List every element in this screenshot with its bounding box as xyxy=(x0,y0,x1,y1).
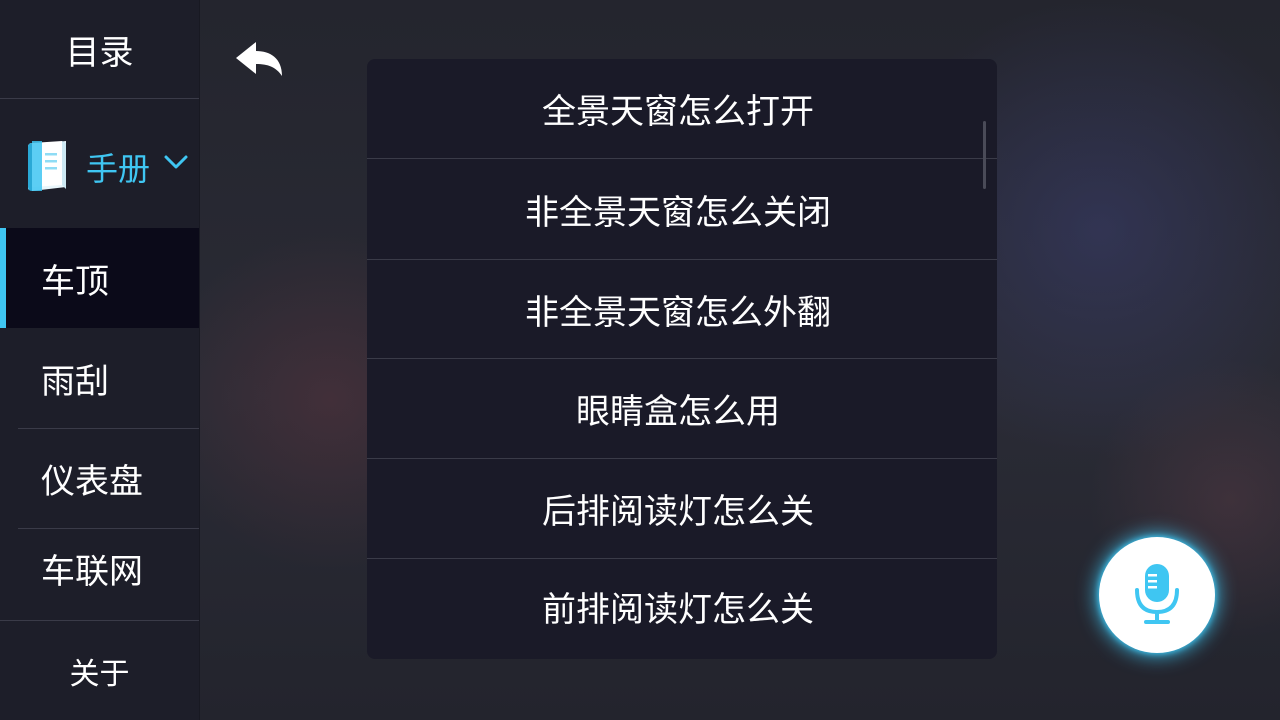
list-item[interactable]: 前排阅读灯怎么关 xyxy=(367,559,997,653)
voice-button[interactable] xyxy=(1099,537,1215,653)
manual-label: 手册 xyxy=(86,150,151,188)
question-text: 非全景天窗怎么外翻 xyxy=(525,292,831,333)
sidebar-item-label: 仪表盘 xyxy=(41,461,143,502)
sidebar: 目录 手册 车顶 雨刮 仪表盘 车联网 关于 xyxy=(0,0,200,720)
list-item[interactable]: 全景天窗怎么打开 xyxy=(367,59,997,158)
question-list: 全景天窗怎么打开 非全景天窗怎么关闭 非全景天窗怎么外翻 眼睛盒怎么用 后排阅读… xyxy=(367,59,997,659)
sidebar-title: 目录 xyxy=(0,0,199,99)
manual-selector[interactable]: 手册 xyxy=(0,100,199,228)
list-item[interactable]: 非全景天窗怎么关闭 xyxy=(367,159,997,259)
list-item[interactable]: 后排阅读灯怎么关 xyxy=(367,459,997,558)
question-text: 全景天窗怎么打开 xyxy=(542,92,814,132)
microphone-icon xyxy=(1135,564,1179,624)
question-text: 眼睛盒怎么用 xyxy=(576,392,780,432)
sidebar-item-wipers[interactable]: 雨刮 xyxy=(0,328,199,428)
question-text: 前排阅读灯怎么关 xyxy=(542,589,814,630)
sidebar-item-connectivity[interactable]: 车联网 xyxy=(0,518,199,618)
sidebar-item-roof[interactable]: 车顶 xyxy=(0,228,199,328)
book-icon xyxy=(28,141,66,191)
sidebar-item-dashboard[interactable]: 仪表盘 xyxy=(0,428,199,528)
list-item[interactable]: 非全景天窗怎么外翻 xyxy=(367,260,997,358)
sidebar-item-label: 车联网 xyxy=(41,551,143,592)
sidebar-item-label: 车顶 xyxy=(41,261,109,302)
question-text: 后排阅读灯怎么关 xyxy=(542,492,814,532)
chevron-down-icon xyxy=(164,155,188,169)
sidebar-item-label: 雨刮 xyxy=(41,361,109,402)
back-arrow-icon[interactable] xyxy=(232,36,288,84)
sidebar-about[interactable]: 关于 xyxy=(0,621,199,720)
active-indicator xyxy=(0,228,6,328)
list-item[interactable]: 眼睛盒怎么用 xyxy=(367,359,997,458)
scrollbar[interactable] xyxy=(983,121,986,189)
question-text: 非全景天窗怎么关闭 xyxy=(525,192,831,233)
